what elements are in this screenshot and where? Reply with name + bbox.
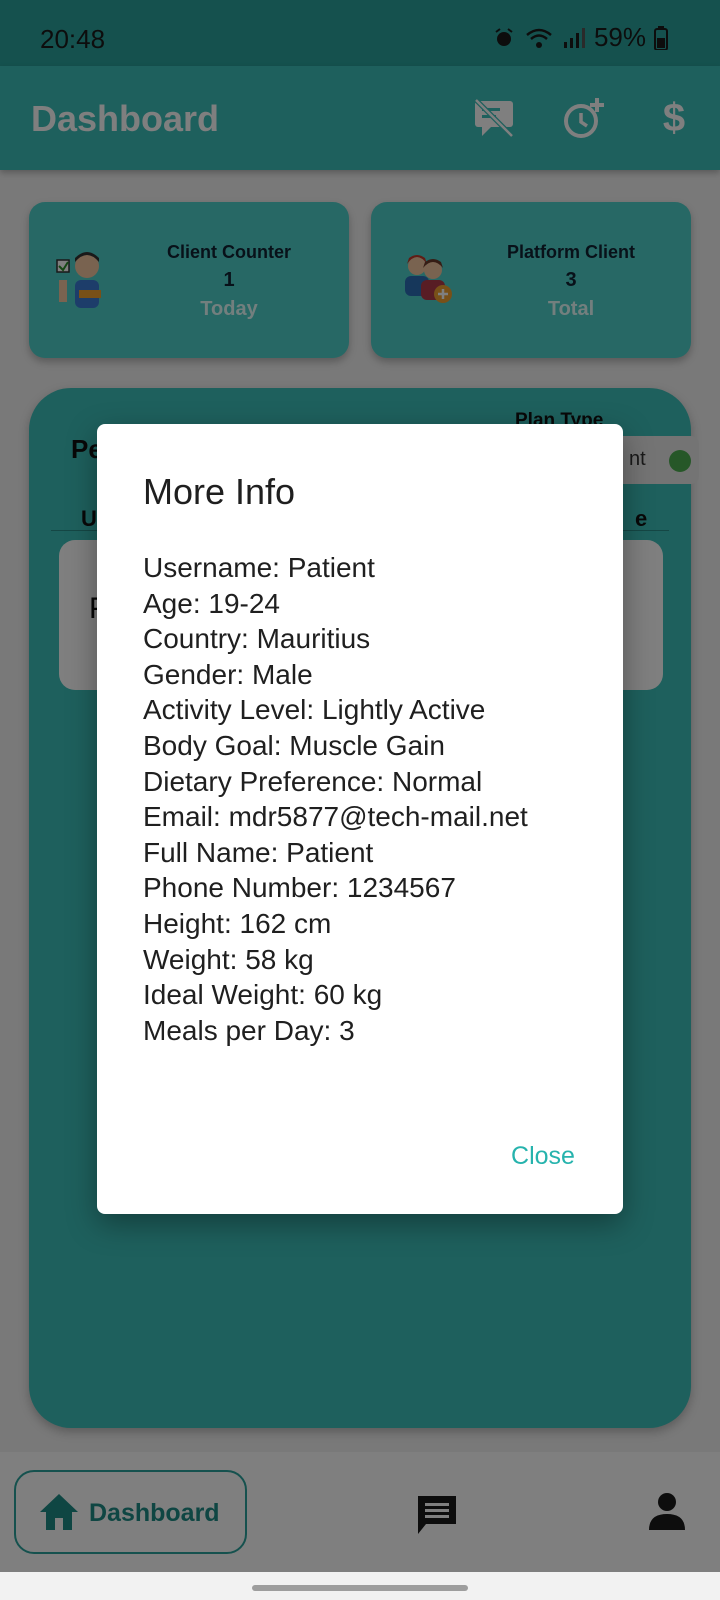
- more-info-dialog: More Info Username: Patient Age: 19-24 C…: [97, 424, 623, 1214]
- info-height: Height: 162 cm: [143, 907, 332, 939]
- info-phone-number: Phone Number: 1234567: [143, 872, 456, 904]
- info-age: Age: 19-24: [143, 587, 280, 619]
- info-body-goal: Body Goal: Muscle Gain: [143, 729, 445, 761]
- info-list: Username: Patient Age: 19-24 Country: Ma…: [143, 550, 603, 1048]
- gesture-bar: [0, 1572, 720, 1600]
- info-meals-per-day: Meals per Day: 3: [143, 1014, 355, 1046]
- info-gender: Gender: Male: [143, 658, 313, 690]
- info-country: Country: Mauritius: [143, 623, 371, 655]
- info-dietary-preference: Dietary Preference: Normal: [143, 765, 483, 797]
- info-weight: Weight: 58 kg: [143, 943, 314, 975]
- info-ideal-weight: Ideal Weight: 60 kg: [143, 979, 383, 1011]
- info-full-name: Full Name: Patient: [143, 836, 374, 868]
- info-activity-level: Activity Level: Lightly Active: [143, 694, 486, 726]
- dialog-title: More Info: [143, 471, 296, 512]
- info-username: Username: Patient: [143, 552, 375, 583]
- info-email: Email: mdr5877@tech-mail.net: [143, 801, 528, 833]
- home-gesture-handle[interactable]: [252, 1585, 468, 1591]
- close-button[interactable]: Close: [493, 1136, 593, 1176]
